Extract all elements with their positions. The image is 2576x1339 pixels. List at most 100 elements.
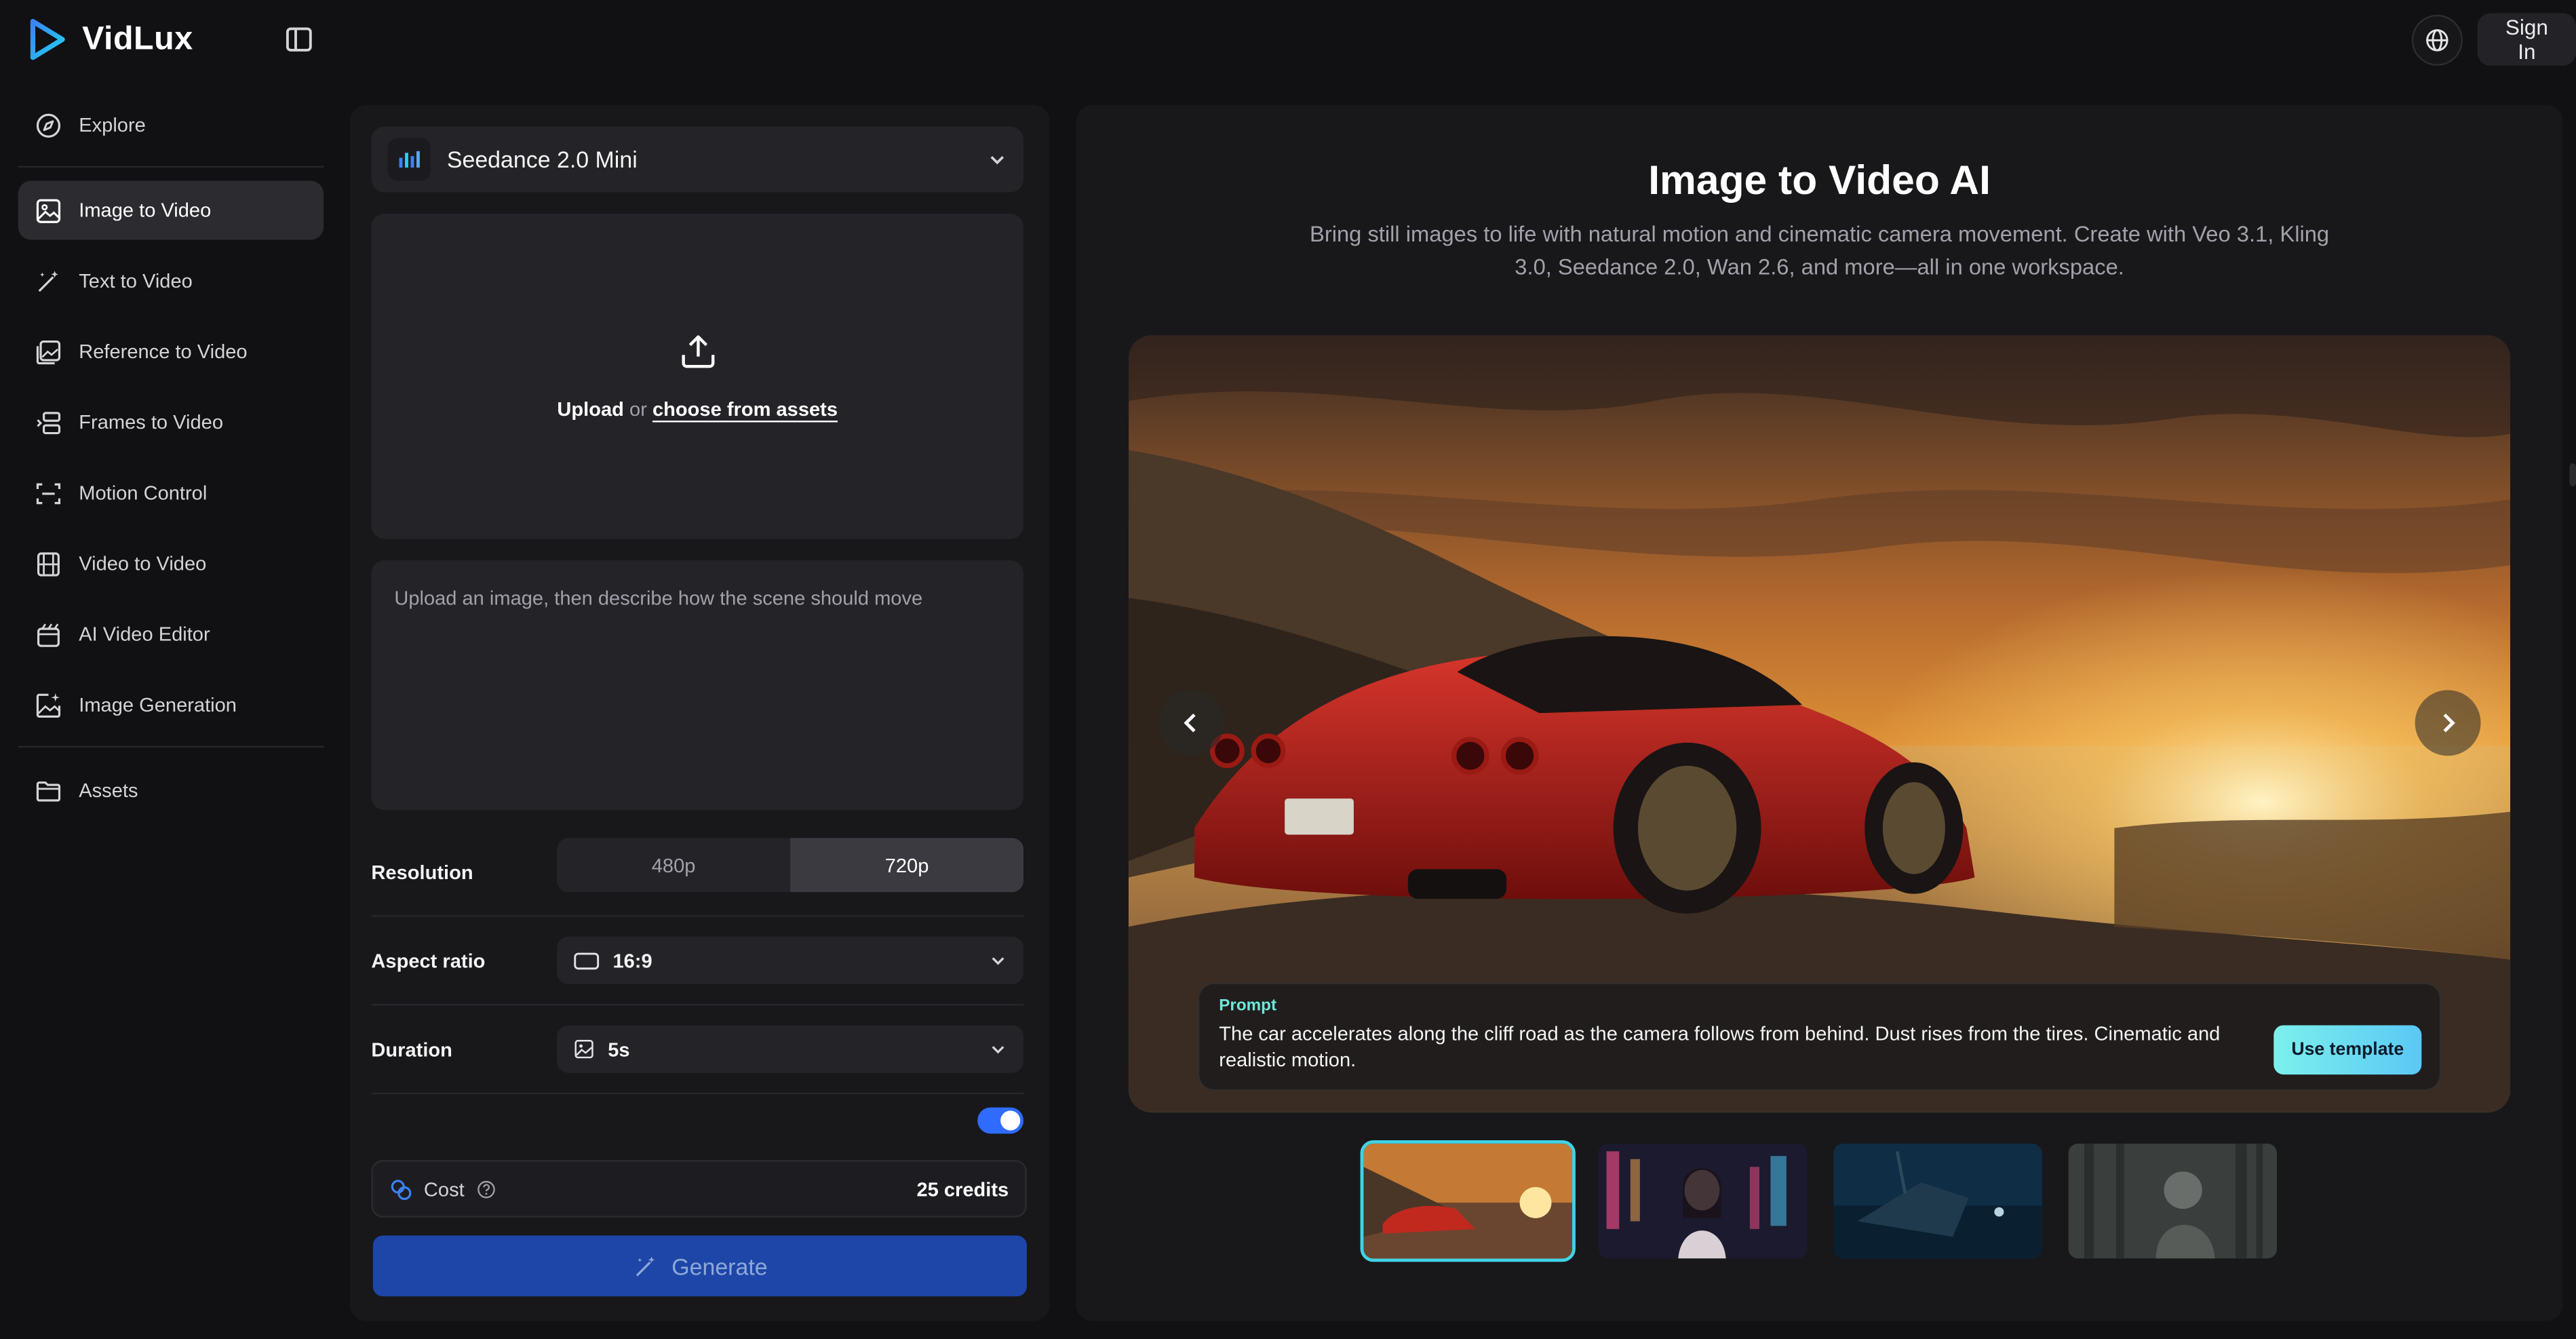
choose-from-assets-link[interactable]: choose from assets [652, 397, 838, 421]
image-sparkle-icon [36, 692, 61, 717]
thumbnail-strip [1360, 1140, 2280, 1262]
aspect-ratio-value: 16:9 [612, 948, 652, 972]
aspect-ratio-row: Aspect ratio 16:9 [371, 917, 1024, 1006]
globe-icon [2426, 29, 2448, 52]
sidebar-panel-icon [286, 27, 312, 52]
upload-icon [681, 335, 714, 368]
reference-image-icon [36, 339, 61, 364]
model-logo-icon [387, 138, 431, 181]
thumbnail-image [1363, 1143, 1573, 1259]
cost-label: Cost [423, 1177, 465, 1201]
sidebar-item-frames-to-video[interactable]: Frames to Video [18, 393, 324, 452]
sidebar-item-ai-video-editor[interactable]: AI Video Editor [18, 604, 324, 663]
carousel-next-button[interactable] [2415, 690, 2481, 756]
model-select[interactable]: Seedance 2.0 Mini [371, 126, 1024, 193]
duration-label: Duration [371, 1037, 452, 1061]
thumbnail-image [1833, 1143, 2042, 1259]
sidebar-item-reference-to-video[interactable]: Reference to Video [18, 322, 324, 381]
sidebar: Explore Image to Video Text to Video Ref… [18, 95, 324, 831]
aspect-ratio-label: Aspect ratio [371, 948, 486, 972]
showcase-panel: Image to Video AI Bring still images to … [1076, 105, 2563, 1321]
help-circle-icon[interactable] [476, 1179, 496, 1199]
thumbnail-underwater-shipwreck[interactable] [1830, 1140, 2045, 1262]
aspect-ratio-select[interactable]: 16:9 [557, 936, 1024, 984]
sidebar-item-text-to-video[interactable]: Text to Video [18, 252, 324, 311]
sidebar-item-assets[interactable]: Assets [18, 760, 324, 819]
film-icon [37, 551, 60, 576]
cost-summary: Cost 25 credits [371, 1160, 1027, 1218]
thumbnail-neon-city-girl[interactable] [1595, 1140, 1810, 1262]
motion-scan-icon [36, 482, 61, 503]
upload-label[interactable]: Upload [557, 397, 624, 421]
resolution-segmented-control: 480p 720p [557, 838, 1024, 893]
chevron-down-icon [992, 957, 1004, 965]
sidebar-item-image-generation[interactable]: Image Generation [18, 676, 324, 735]
generate-button[interactable]: Generate [372, 1235, 1027, 1297]
image-icon [36, 198, 61, 222]
sidebar-item-label: Video to Video [79, 551, 207, 575]
language-button[interactable] [2411, 14, 2463, 66]
generation-panel: Seedance 2.0 Mini Upload or choose from … [349, 105, 1050, 1321]
sidebar-item-label: Image Generation [79, 693, 237, 717]
chevron-down-icon [990, 156, 1004, 165]
sidebar-item-motion-control[interactable]: Motion Control [18, 463, 324, 522]
sidebar-item-video-to-video[interactable]: Video to Video [18, 534, 324, 593]
sidebar-divider [18, 166, 324, 168]
chevron-down-icon [992, 1046, 1004, 1054]
page-title: Image to Video AI [1648, 157, 1991, 204]
sidebar-item-label: Assets [79, 779, 138, 802]
brand-logo[interactable]: VidLux [26, 16, 193, 62]
aspect-ratio-icon [574, 952, 600, 969]
image-icon [574, 1039, 593, 1059]
thumbnail-image [2068, 1143, 2278, 1259]
sidebar-item-label: Text to Video [79, 269, 193, 293]
frames-icon [37, 411, 61, 433]
duration-row: Duration 5s [371, 1005, 1024, 1095]
model-name: Seedance 2.0 Mini [446, 146, 638, 173]
settings-list: Resolution 480p 720p Aspect ratio 16:9 D… [371, 828, 1024, 1134]
use-template-button[interactable]: Use template [2273, 1025, 2422, 1075]
page-subtitle: Bring still images to life with natural … [1310, 221, 2330, 279]
app-root: VidLux Sign In Explore Image to Video Te… [0, 0, 2576, 1339]
sidebar-item-label: Frames to Video [79, 410, 224, 434]
hidden-setting-row [371, 1094, 1024, 1134]
setting-toggle[interactable] [977, 1107, 1024, 1134]
image-upload-dropzone[interactable]: Upload or choose from assets [371, 213, 1024, 539]
resolution-row: Resolution 480p 720p [371, 828, 1024, 917]
folder-icon [36, 780, 61, 801]
scrollbar-handle[interactable] [2569, 463, 2576, 486]
upload-instructions: Upload or choose from assets [557, 397, 838, 421]
sidebar-divider [18, 745, 324, 748]
chevron-right-icon [2443, 713, 2455, 733]
compass-icon [36, 113, 61, 137]
chevron-left-icon [1184, 713, 1196, 733]
prompt-input-container [371, 560, 1024, 811]
brand-name: VidLux [82, 20, 193, 57]
magic-wand-icon [38, 270, 58, 292]
showcase-carousel: Prompt The car accelerates along the cli… [1129, 335, 2511, 1112]
thumbnail-image [1598, 1143, 1808, 1259]
credits-icon [391, 1179, 412, 1199]
resolution-option-720p[interactable]: 720p [790, 838, 1024, 893]
prompt-card: Prompt The car accelerates along the cli… [1197, 982, 2442, 1091]
sidebar-item-label: Image to Video [79, 199, 212, 222]
resolution-label: Resolution [371, 860, 473, 883]
sign-in-button[interactable]: Sign In [2477, 13, 2576, 66]
duration-select[interactable]: 5s [557, 1025, 1024, 1073]
duration-value: 5s [608, 1037, 630, 1061]
sidebar-item-label: AI Video Editor [79, 623, 210, 646]
thumbnail-robot-forest[interactable] [2065, 1140, 2280, 1262]
sidebar-item-explore[interactable]: Explore [18, 95, 324, 154]
vidlux-logo-icon [30, 18, 65, 60]
sidebar-toggle-button[interactable] [283, 23, 315, 56]
resolution-option-480p[interactable]: 480p [557, 838, 790, 892]
carousel-prev-button[interactable] [1158, 690, 1224, 756]
thumbnail-sunset-car[interactable] [1360, 1140, 1576, 1262]
prompt-card-label: Prompt [1219, 997, 1277, 1015]
sidebar-item-label: Motion Control [79, 481, 208, 505]
sidebar-item-image-to-video[interactable]: Image to Video [18, 180, 324, 240]
sidebar-item-label: Reference to Video [79, 340, 248, 364]
video-editor-icon [37, 623, 60, 646]
prompt-input[interactable] [394, 586, 1001, 784]
prompt-card-text: The car accelerates along the cliff road… [1219, 1022, 2221, 1072]
